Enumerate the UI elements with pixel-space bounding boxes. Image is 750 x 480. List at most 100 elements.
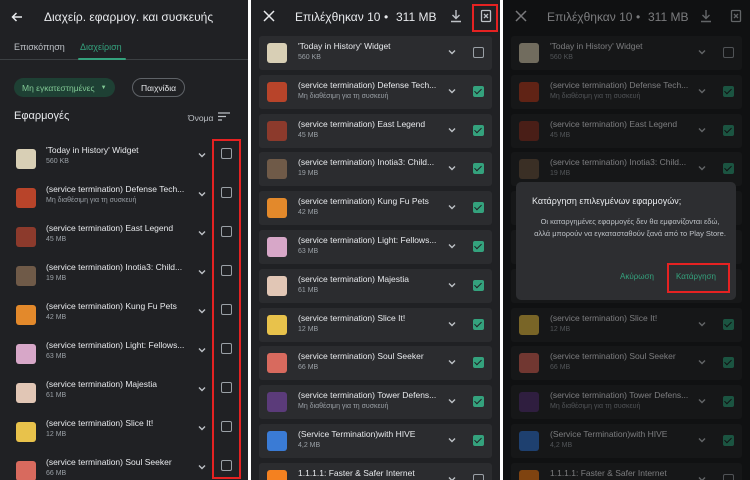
app-row[interactable]: (service termination) Defense Tech... Μη … bbox=[0, 180, 248, 219]
app-icon bbox=[16, 149, 36, 169]
filter-chip-label: Μη εγκατεστημένες bbox=[22, 82, 95, 93]
select-checkbox[interactable] bbox=[473, 202, 484, 214]
app-meta: 12 MB bbox=[298, 325, 319, 333]
app-row[interactable]: (service termination) Kung Fu Pets 42 MB bbox=[0, 297, 248, 336]
select-checkbox[interactable] bbox=[473, 279, 484, 291]
app-icon bbox=[16, 266, 36, 286]
app-row[interactable]: 1.1.1.1: Faster & Safer Internet bbox=[251, 462, 500, 480]
chevron-down-icon[interactable] bbox=[446, 85, 458, 97]
select-checkbox[interactable] bbox=[473, 318, 484, 330]
app-row[interactable]: (service termination) East Legend 45 MB bbox=[0, 219, 248, 258]
app-icon bbox=[267, 469, 287, 480]
tab-overview[interactable]: Επισκόπηση bbox=[14, 42, 65, 52]
chevron-down-icon[interactable] bbox=[196, 305, 208, 317]
chevron-down-icon[interactable] bbox=[446, 434, 458, 446]
app-icon bbox=[16, 461, 36, 480]
app-meta: 45 MB bbox=[298, 131, 319, 139]
app-name: (service termination) Majestia bbox=[298, 273, 410, 284]
app-bar: Διαχείρ. εφαρμογ. και συσκευής bbox=[0, 0, 248, 34]
download-icon[interactable] bbox=[449, 9, 463, 23]
app-row[interactable]: (service termination) Light: Fellows... 6… bbox=[251, 230, 500, 269]
app-meta: 560 KB bbox=[46, 158, 69, 165]
app-meta: 63 MB bbox=[298, 248, 319, 255]
select-checkbox[interactable] bbox=[473, 435, 484, 446]
app-name: (Service Termination)with HIVE bbox=[298, 429, 416, 439]
chevron-down-icon[interactable] bbox=[196, 227, 208, 239]
app-icon bbox=[16, 305, 36, 325]
tab-manage[interactable]: Διαχείριση bbox=[80, 42, 122, 52]
app-row[interactable]: (service termination) Slice It! 12 MB bbox=[0, 414, 248, 453]
chevron-down-icon[interactable] bbox=[446, 279, 458, 291]
app-row[interactable]: 'Today in History' Widget 560 KB bbox=[251, 36, 500, 75]
app-row[interactable]: (service termination) Inotia3: Child... 1… bbox=[0, 258, 248, 297]
app-meta: 63 MB bbox=[46, 353, 67, 360]
app-row[interactable]: (service termination) Light: Fellows... 6… bbox=[0, 336, 248, 375]
select-checkbox[interactable] bbox=[473, 357, 484, 369]
close-icon[interactable] bbox=[263, 10, 275, 22]
app-row[interactable]: (service termination) Majestia 61 MB bbox=[0, 375, 248, 414]
filter-chip-label: Παιχνίδια bbox=[141, 82, 177, 93]
chevron-down-icon[interactable] bbox=[196, 149, 208, 161]
app-meta: 19 MB bbox=[298, 170, 319, 178]
app-row[interactable]: (service termination) Soul Seeker 66 MB bbox=[0, 453, 248, 480]
app-name: (service termination) Kung Fu Pets bbox=[298, 196, 429, 207]
app-icon bbox=[267, 237, 287, 257]
highlight-box bbox=[472, 4, 498, 32]
app-row[interactable]: (service termination) Slice It! 12 MB bbox=[251, 307, 500, 347]
chevron-down-icon[interactable] bbox=[446, 201, 458, 213]
select-checkbox[interactable] bbox=[473, 473, 484, 480]
app-row[interactable]: (service termination) Inotia3: Child... 1… bbox=[251, 152, 500, 191]
dialog-body: Οι καταργημένες εφαρμογές δεν θα εμφανίζ… bbox=[534, 217, 726, 238]
select-checkbox[interactable] bbox=[473, 163, 484, 175]
app-meta: 560 KB bbox=[298, 54, 321, 61]
panel-selection: Επιλέχθηκαν 10 • 311 MB 'Today in Histor… bbox=[251, 0, 500, 480]
chevron-down-icon[interactable] bbox=[196, 344, 208, 356]
chevron-down-icon[interactable] bbox=[196, 383, 208, 395]
app-icon bbox=[267, 43, 287, 63]
app-meta: 12 MB bbox=[46, 431, 67, 438]
cancel-button[interactable]: Ακύρωση bbox=[620, 272, 654, 281]
select-checkbox[interactable] bbox=[473, 124, 484, 136]
chevron-down-icon[interactable] bbox=[446, 318, 458, 330]
chevron-down-icon[interactable] bbox=[446, 124, 458, 136]
chevron-down-icon[interactable] bbox=[446, 46, 458, 58]
app-row[interactable]: (Service Termination)with HIVE 4,2 MB bbox=[251, 424, 500, 463]
filter-chip-games[interactable]: Παιχνίδια bbox=[132, 78, 186, 97]
app-meta: 66 MB bbox=[298, 364, 319, 372]
app-icon bbox=[267, 120, 287, 141]
sort-button[interactable]: Όνομα bbox=[188, 112, 231, 123]
panel-manage-apps: Διαχείρ. εφαρμογ. και συσκευής Επισκόπησ… bbox=[0, 0, 248, 480]
page-title: Διαχείρ. εφαρμογ. και συσκευής bbox=[44, 10, 214, 24]
select-checkbox[interactable] bbox=[473, 85, 484, 97]
chevron-down-icon[interactable] bbox=[196, 422, 208, 434]
chevron-down-icon[interactable] bbox=[196, 188, 208, 200]
select-checkbox[interactable] bbox=[473, 241, 484, 252]
app-row[interactable]: (service termination) East Legend 45 MB bbox=[251, 113, 500, 153]
app-icon bbox=[16, 383, 36, 403]
filter-chip-not-installed[interactable]: Μη εγκατεστημένες ▼ bbox=[14, 78, 115, 97]
app-row[interactable]: 'Today in History' Widget 560 KB bbox=[0, 141, 248, 180]
chevron-down-icon[interactable] bbox=[446, 240, 458, 252]
section-title: Εφαρμογές bbox=[14, 110, 70, 122]
highlight-box bbox=[212, 139, 241, 479]
chevron-down-icon[interactable] bbox=[446, 162, 458, 174]
chevron-down-icon[interactable] bbox=[446, 395, 458, 407]
app-meta: Μη διαθέσιμη για τη συσκευή bbox=[46, 197, 137, 204]
select-checkbox[interactable] bbox=[473, 396, 484, 408]
app-row[interactable]: (service termination) Kung Fu Pets 42 MB bbox=[251, 191, 500, 230]
app-row[interactable]: (service termination) Tower Defens... Μη … bbox=[251, 385, 500, 424]
app-name: (service termination) Light: Fellows... bbox=[298, 235, 437, 245]
app-meta: Μη διαθέσιμη για τη συσκευή bbox=[298, 403, 389, 411]
app-meta: 61 MB bbox=[298, 286, 319, 294]
app-name: (service termination) East Legend bbox=[298, 118, 426, 129]
chevron-down-icon[interactable] bbox=[196, 266, 208, 278]
app-row[interactable]: (service termination) Soul Seeker 66 MB bbox=[251, 346, 500, 385]
app-name: (service termination) Inotia3: Child... bbox=[46, 262, 183, 272]
app-row[interactable]: (service termination) Defense Tech... Μη … bbox=[251, 74, 500, 114]
chevron-down-icon[interactable] bbox=[196, 461, 208, 473]
app-row[interactable]: (service termination) Majestia 61 MB bbox=[251, 268, 500, 308]
chevron-down-icon[interactable] bbox=[446, 356, 458, 368]
select-checkbox[interactable] bbox=[473, 47, 484, 58]
back-arrow-icon[interactable] bbox=[10, 10, 24, 24]
chevron-down-icon[interactable] bbox=[446, 473, 458, 480]
